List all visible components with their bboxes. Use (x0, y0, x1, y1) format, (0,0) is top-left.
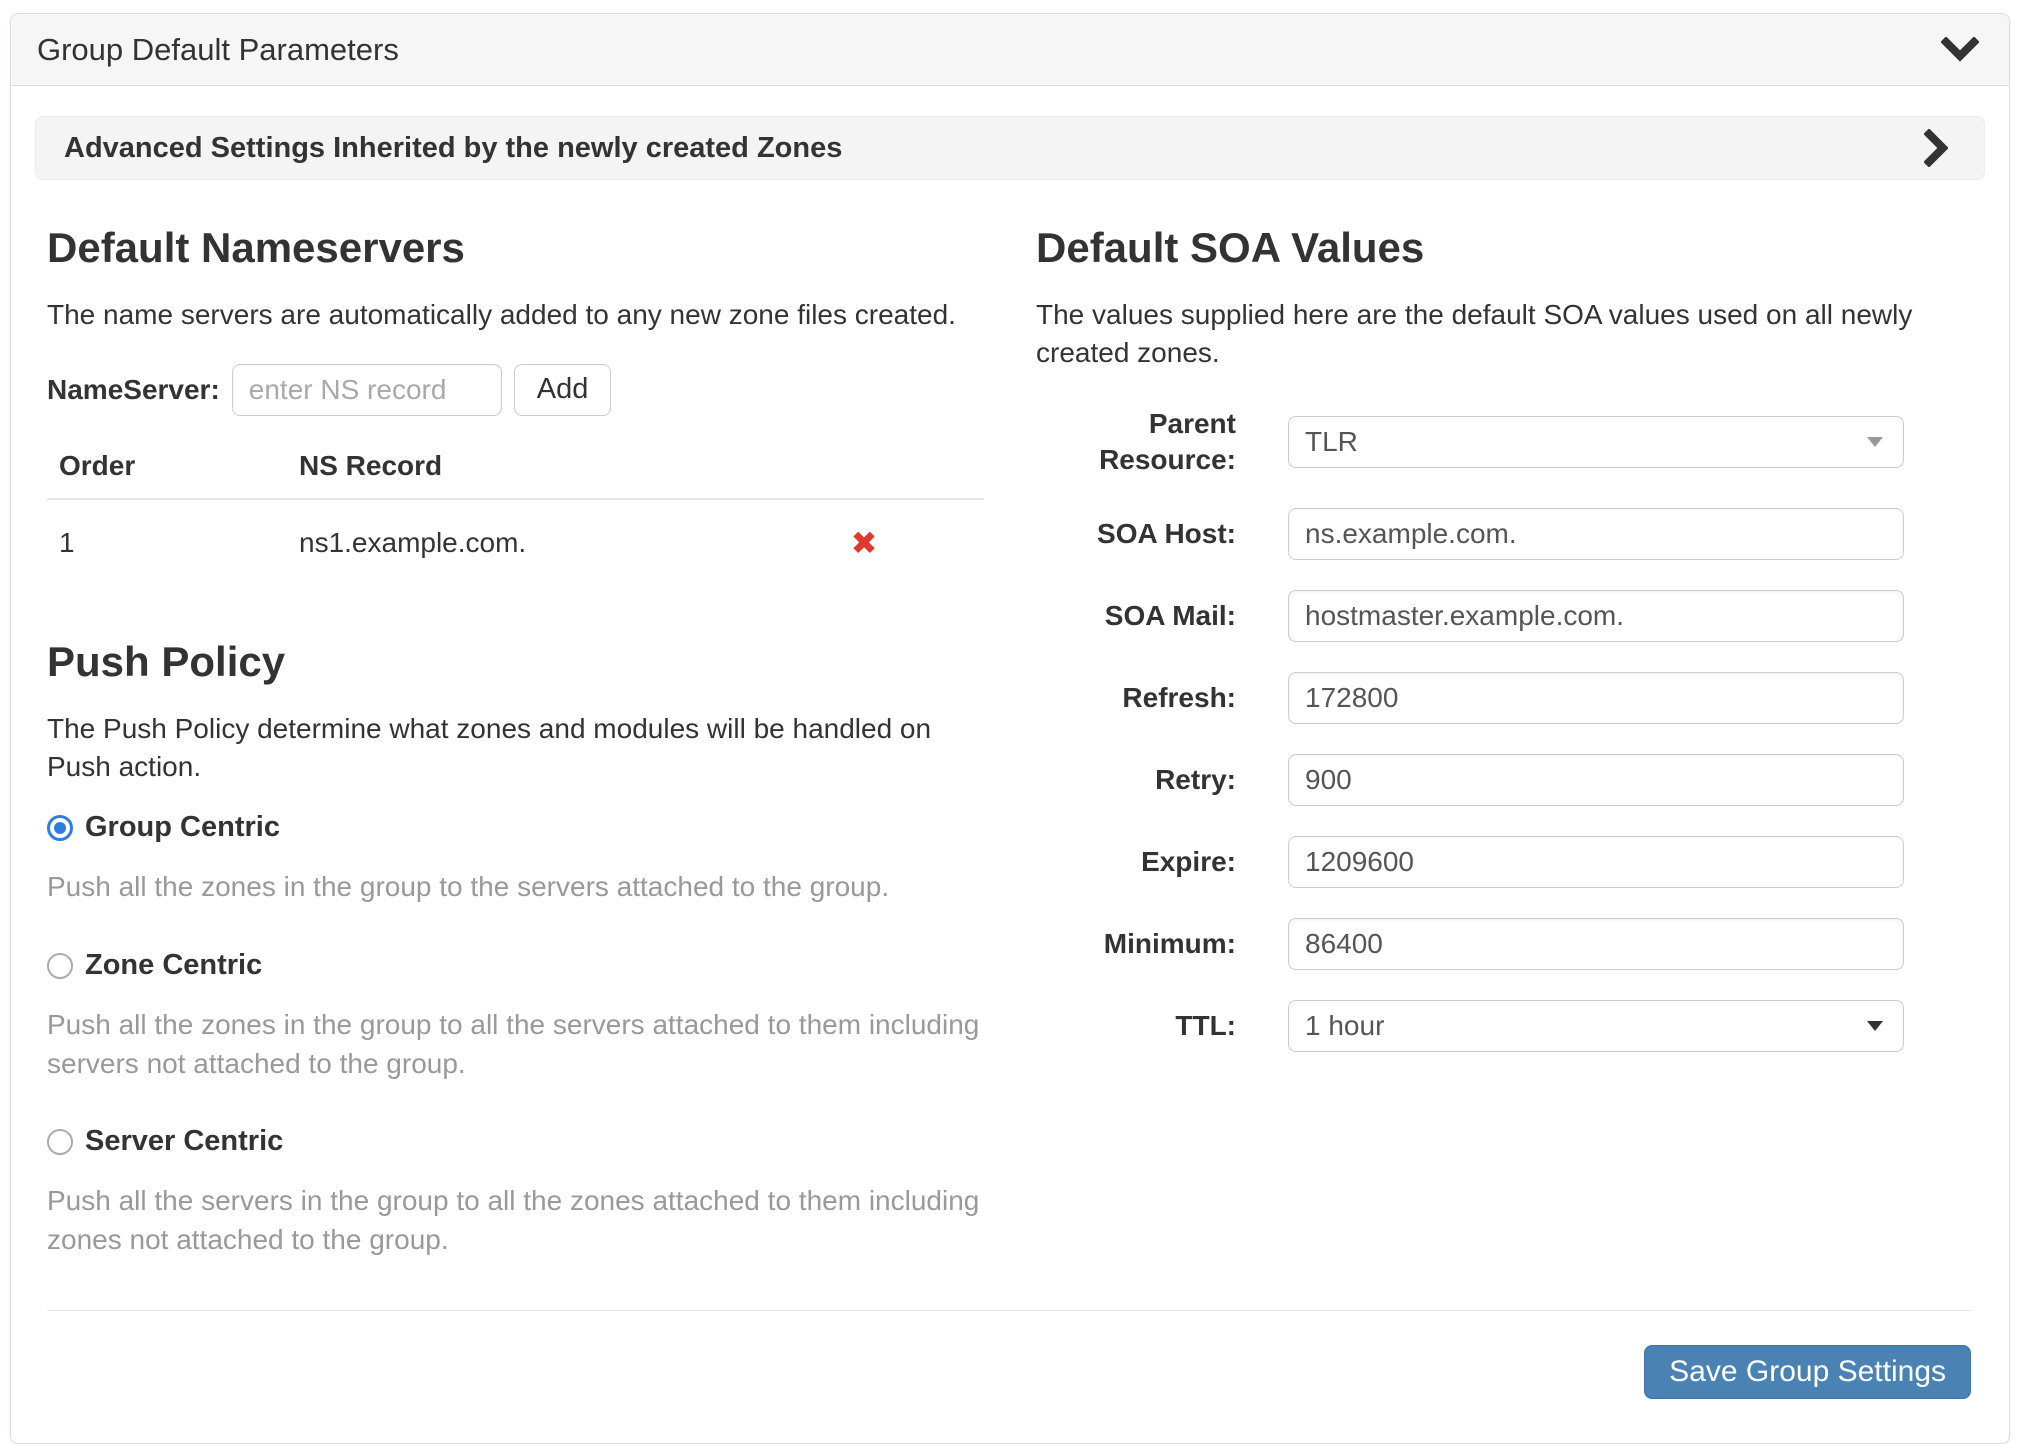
minimum-input[interactable] (1288, 918, 1904, 970)
radio-description: Push all the zones in the group to the s… (47, 868, 984, 907)
soa-host-label: SOA Host: (1036, 516, 1236, 552)
panel-body: Advanced Settings Inherited by the newly… (11, 86, 2009, 1443)
panel-title: Group Default Parameters (37, 32, 1941, 68)
right-column: Default SOA Values The values supplied h… (1036, 224, 1973, 1260)
radio-label: Group Centric (85, 811, 280, 844)
parent-resource-label: Parent Resource: (1036, 406, 1236, 479)
radio-option-server-centric[interactable]: Server Centric (47, 1125, 984, 1158)
radio-selected-icon[interactable] (47, 815, 73, 841)
select-value: TLR (1305, 426, 1867, 458)
nameservers-table: Order NS Record 1 ns1.example.com. ✖ (47, 444, 984, 572)
soa-form: Parent Resource: TLR SOA Host: SOA Mail: (1036, 406, 1973, 1053)
left-column: Default Nameservers The name servers are… (47, 224, 984, 1260)
field-parent-resource: Parent Resource: TLR (1036, 406, 1973, 479)
field-retry: Retry: (1036, 754, 1973, 806)
radio-label: Server Centric (85, 1125, 283, 1158)
chevron-down-icon[interactable] (1941, 37, 1979, 63)
push-policy-heading: Push Policy (47, 638, 984, 686)
column-header-ns-record: NS Record (287, 444, 744, 499)
field-minimum: Minimum: (1036, 918, 1973, 970)
select-value: 1 hour (1305, 1010, 1867, 1042)
minimum-label: Minimum: (1036, 926, 1236, 962)
nameserver-add-row: NameServer: Add (47, 364, 984, 416)
add-nameserver-button[interactable]: Add (514, 364, 612, 416)
column-header-action (744, 444, 984, 499)
table-row: 1 ns1.example.com. ✖ (47, 499, 984, 572)
field-expire: Expire: (1036, 836, 1973, 888)
retry-input[interactable] (1288, 754, 1904, 806)
soa-description: The values supplied here are the default… (1036, 296, 1941, 372)
radio-label: Zone Centric (85, 949, 262, 982)
push-policy-description: The Push Policy determine what zones and… (47, 710, 947, 786)
nameserver-label: NameServer: (47, 374, 220, 406)
save-group-settings-button[interactable]: Save Group Settings (1644, 1345, 1971, 1399)
refresh-input[interactable] (1288, 672, 1904, 724)
nameservers-description: The name servers are automatically added… (47, 296, 984, 334)
radio-option-group-centric[interactable]: Group Centric (47, 811, 984, 844)
radio-unselected-icon[interactable] (47, 1129, 73, 1155)
cell-order: 1 (47, 499, 287, 572)
panel-footer: Save Group Settings (47, 1310, 1973, 1399)
expire-label: Expire: (1036, 844, 1236, 880)
panel-header[interactable]: Group Default Parameters (11, 14, 2009, 86)
ttl-label: TTL: (1036, 1008, 1236, 1044)
advanced-settings-bar[interactable]: Advanced Settings Inherited by the newly… (35, 116, 1985, 180)
retry-label: Retry: (1036, 762, 1236, 798)
caret-down-icon (1867, 1021, 1883, 1031)
column-header-order: Order (47, 444, 287, 499)
push-policy-section: Push Policy The Push Policy determine wh… (47, 638, 984, 1260)
soa-mail-label: SOA Mail: (1036, 598, 1236, 634)
advanced-settings-label: Advanced Settings Inherited by the newly… (64, 132, 1924, 165)
expire-input[interactable] (1288, 836, 1904, 888)
field-refresh: Refresh: (1036, 672, 1973, 724)
field-ttl: TTL: 1 hour (1036, 1000, 1973, 1052)
chevron-right-icon[interactable] (1924, 129, 1948, 167)
soa-heading: Default SOA Values (1036, 224, 1973, 272)
caret-down-icon (1867, 437, 1883, 447)
field-soa-host: SOA Host: (1036, 508, 1973, 560)
nameservers-heading: Default Nameservers (47, 224, 984, 272)
radio-description: Push all the servers in the group to all… (47, 1182, 984, 1259)
delete-record-icon[interactable]: ✖ (851, 524, 878, 562)
group-default-parameters-panel: Group Default Parameters Advanced Settin… (10, 13, 2010, 1444)
radio-option-zone-centric[interactable]: Zone Centric (47, 949, 984, 982)
soa-host-input[interactable] (1288, 508, 1904, 560)
ttl-select[interactable]: 1 hour (1288, 1000, 1904, 1052)
cell-ns-record: ns1.example.com. (287, 499, 744, 572)
radio-description: Push all the zones in the group to all t… (47, 1006, 984, 1083)
radio-unselected-icon[interactable] (47, 953, 73, 979)
refresh-label: Refresh: (1036, 680, 1236, 716)
soa-mail-input[interactable] (1288, 590, 1904, 642)
nameserver-input[interactable] (232, 364, 502, 416)
field-soa-mail: SOA Mail: (1036, 590, 1973, 642)
parent-resource-select[interactable]: TLR (1288, 416, 1904, 468)
